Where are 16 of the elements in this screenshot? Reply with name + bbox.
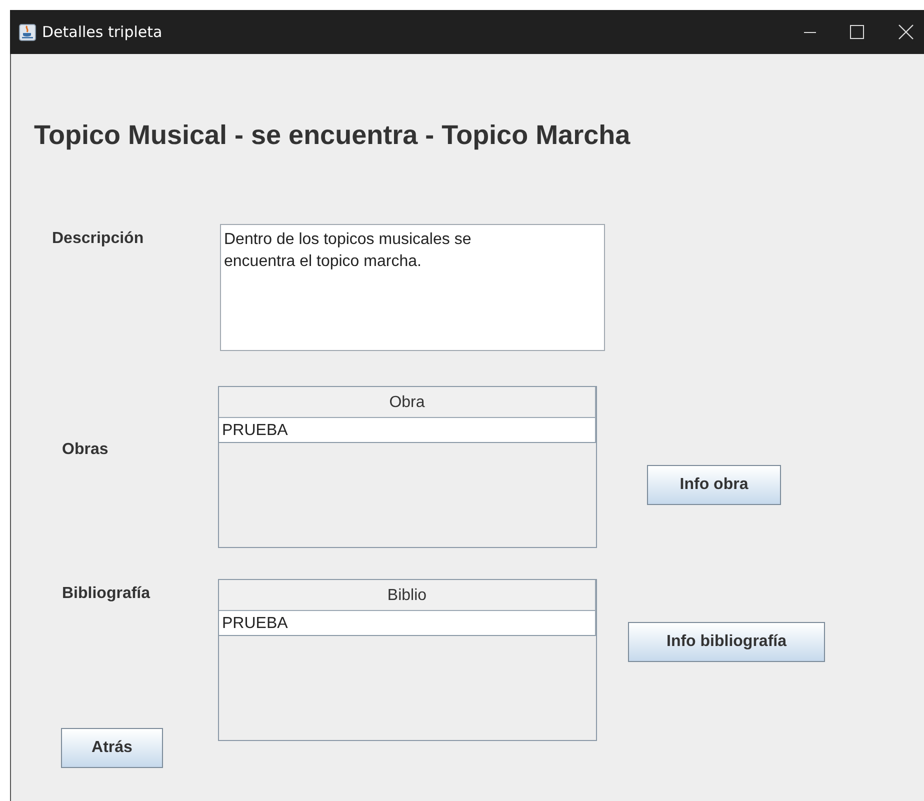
- coffee-cup-icon: [19, 24, 36, 40]
- info-button[interactable]: Info obra: [647, 465, 781, 505]
- table-cell[interactable]: PRUEBA: [219, 418, 596, 443]
- description-field[interactable]: Dentro de los topicos musicales se encuentra el topico marcha.: [220, 224, 605, 351]
- column-header[interactable]: Biblio: [219, 580, 596, 611]
- maximize-icon[interactable]: [850, 25, 864, 39]
- info-button[interactable]: Info bibliografía: [628, 622, 825, 662]
- page-heading: Topico Musical - se encuentra - Topico Marcha: [33, 119, 632, 151]
- back-button[interactable]: Atrás: [61, 728, 163, 768]
- description-label: Descripción: [52, 230, 145, 248]
- section-label: Bibliografía: [62, 585, 150, 603]
- column-header[interactable]: Obra: [219, 387, 596, 418]
- section-label: Obras: [62, 441, 108, 459]
- table-cell[interactable]: PRUEBA: [219, 611, 596, 636]
- window-title: Detalles tripleta: [42, 23, 162, 41]
- close-icon[interactable]: [898, 24, 914, 40]
